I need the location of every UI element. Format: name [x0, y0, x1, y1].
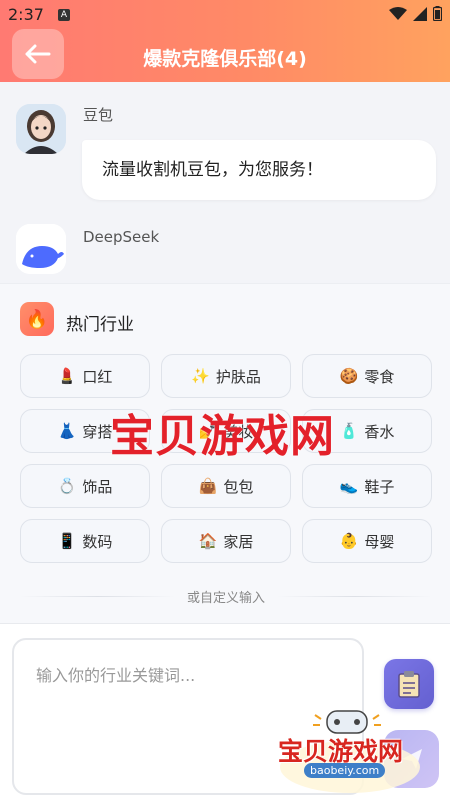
- wifi-icon: [389, 6, 407, 20]
- deepseek-avatar[interactable]: [16, 224, 66, 274]
- shoe-icon: 👟: [339, 477, 359, 495]
- cookie-icon: 🍪: [339, 367, 359, 385]
- industry-chip-shoes[interactable]: 👟 鞋子: [302, 464, 432, 508]
- industry-chip-bags[interactable]: 👜 包包: [161, 464, 291, 508]
- chip-label: 饰品: [82, 477, 113, 496]
- message-bubble: 流量收割机豆包，为您服务！: [82, 140, 436, 200]
- status-icons: [389, 6, 442, 21]
- chip-label: 香水: [364, 422, 395, 441]
- phone-icon: 📱: [57, 532, 77, 550]
- divider-line: [277, 596, 433, 597]
- divider-line: [20, 596, 175, 597]
- battery-icon: [433, 6, 442, 21]
- ring-icon: 💍: [57, 477, 77, 495]
- status-time: 2:37: [8, 5, 44, 24]
- fire-icon: 🔥: [20, 302, 54, 336]
- chip-label: 家居: [223, 532, 254, 551]
- sender-name: 豆包: [83, 106, 114, 124]
- app-header: 2:37 A 爆款克隆俱乐部(4): [0, 0, 450, 82]
- industry-chip-skincare[interactable]: ✨ 护肤品: [161, 354, 291, 398]
- sparkles-icon: ✨: [191, 367, 210, 385]
- chip-label: 口红: [82, 367, 113, 386]
- doubao-avatar-icon: [16, 104, 66, 154]
- watermark-text: 宝贝游戏网: [110, 411, 335, 462]
- chat-area[interactable]: 豆包 流量收割机豆包，为您服务！ DeepSeek: [0, 82, 450, 282]
- baby-icon: 👶: [339, 532, 359, 550]
- paste-button[interactable]: [384, 659, 434, 709]
- page-title: 爆款克隆俱乐部(4): [143, 48, 307, 70]
- industry-chip-jewelry[interactable]: 💍 饰品: [20, 464, 150, 508]
- industry-chip-snacks[interactable]: 🍪 零食: [302, 354, 432, 398]
- handbag-icon: 👜: [198, 477, 218, 495]
- chip-label: 护肤品: [215, 367, 261, 386]
- custom-input-label: 或自定义输入: [187, 591, 266, 606]
- chip-label: 数码: [82, 532, 113, 551]
- watermark-badge-url: baobeiy.com: [304, 763, 386, 778]
- chip-label: 鞋子: [364, 477, 395, 496]
- sender-name: DeepSeek: [83, 228, 160, 246]
- notification-app-icon: A: [58, 9, 70, 21]
- status-bar: 2:37 A: [0, 0, 450, 30]
- whale-icon: [16, 224, 66, 274]
- industry-chip-digital[interactable]: 📱 数码: [20, 519, 150, 563]
- section-title: 热门行业: [66, 315, 134, 335]
- custom-input-divider: 或自定义输入: [20, 587, 433, 606]
- industry-chip-baby[interactable]: 👶 母婴: [302, 519, 432, 563]
- lipstick-icon: 💄: [57, 367, 77, 385]
- chip-label: 穿搭: [82, 422, 113, 441]
- industry-chip-lipstick[interactable]: 💄 口红: [20, 354, 150, 398]
- dress-icon: 👗: [57, 422, 77, 440]
- doubao-avatar[interactable]: [16, 104, 66, 154]
- house-icon: 🏠: [198, 532, 218, 550]
- clipboard-icon: [398, 671, 420, 698]
- chip-label: 包包: [223, 477, 254, 496]
- signal-icon: [413, 6, 427, 21]
- chip-label: 母婴: [364, 532, 395, 551]
- industry-chip-home[interactable]: 🏠 家居: [161, 519, 291, 563]
- perfume-icon: 🧴: [339, 422, 359, 440]
- chip-label: 零食: [364, 367, 395, 386]
